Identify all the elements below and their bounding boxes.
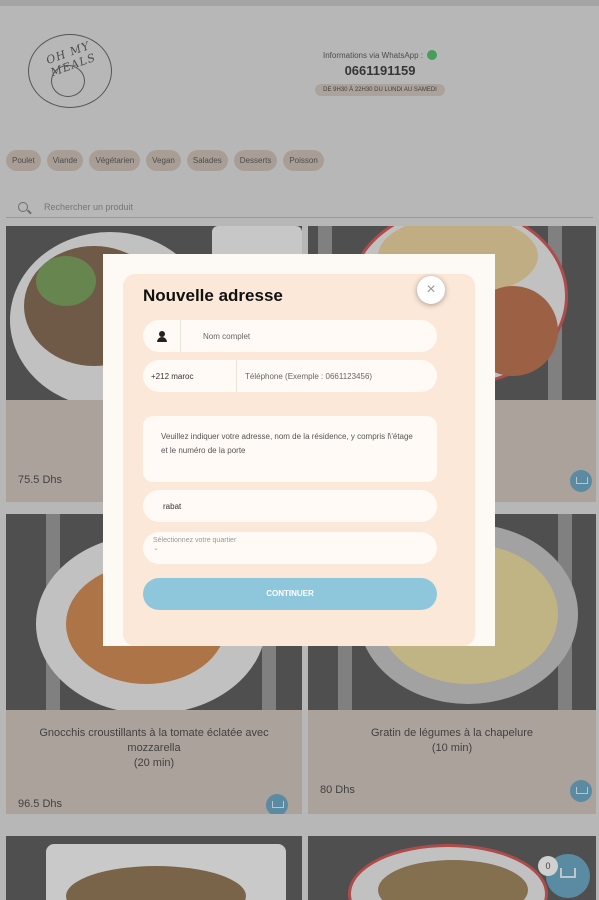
district-select[interactable]: Sélectionnez votre quartier ⌄ <box>143 532 437 564</box>
full-name-field[interactable]: Nom complet <box>143 320 437 352</box>
city-field[interactable]: rabat <box>143 490 437 522</box>
full-name-placeholder: Nom complet <box>203 331 251 341</box>
chevron-down-icon: ⌄ <box>153 545 159 552</box>
address-textarea[interactable]: Veuillez indiquer votre adresse, nom de … <box>143 416 437 482</box>
modal-title: Nouvelle adresse <box>143 286 283 305</box>
district-label: Sélectionnez votre quartier <box>153 537 237 544</box>
continue-button[interactable]: CONTINUER <box>143 578 437 610</box>
user-icon <box>156 330 167 342</box>
close-button[interactable]: × <box>417 276 445 304</box>
phone-placeholder: Téléphone (Exemple : 0661123456) <box>245 371 373 381</box>
address-modal: Nouvelle adresse × Nom complet +212 maro… <box>103 254 495 646</box>
city-value: rabat <box>163 501 182 511</box>
phone-country-select[interactable]: +212 maroc <box>143 360 237 392</box>
user-icon-wrap <box>143 320 181 352</box>
phone-field[interactable]: +212 maroc Téléphone (Exemple : 06611234… <box>143 360 437 392</box>
